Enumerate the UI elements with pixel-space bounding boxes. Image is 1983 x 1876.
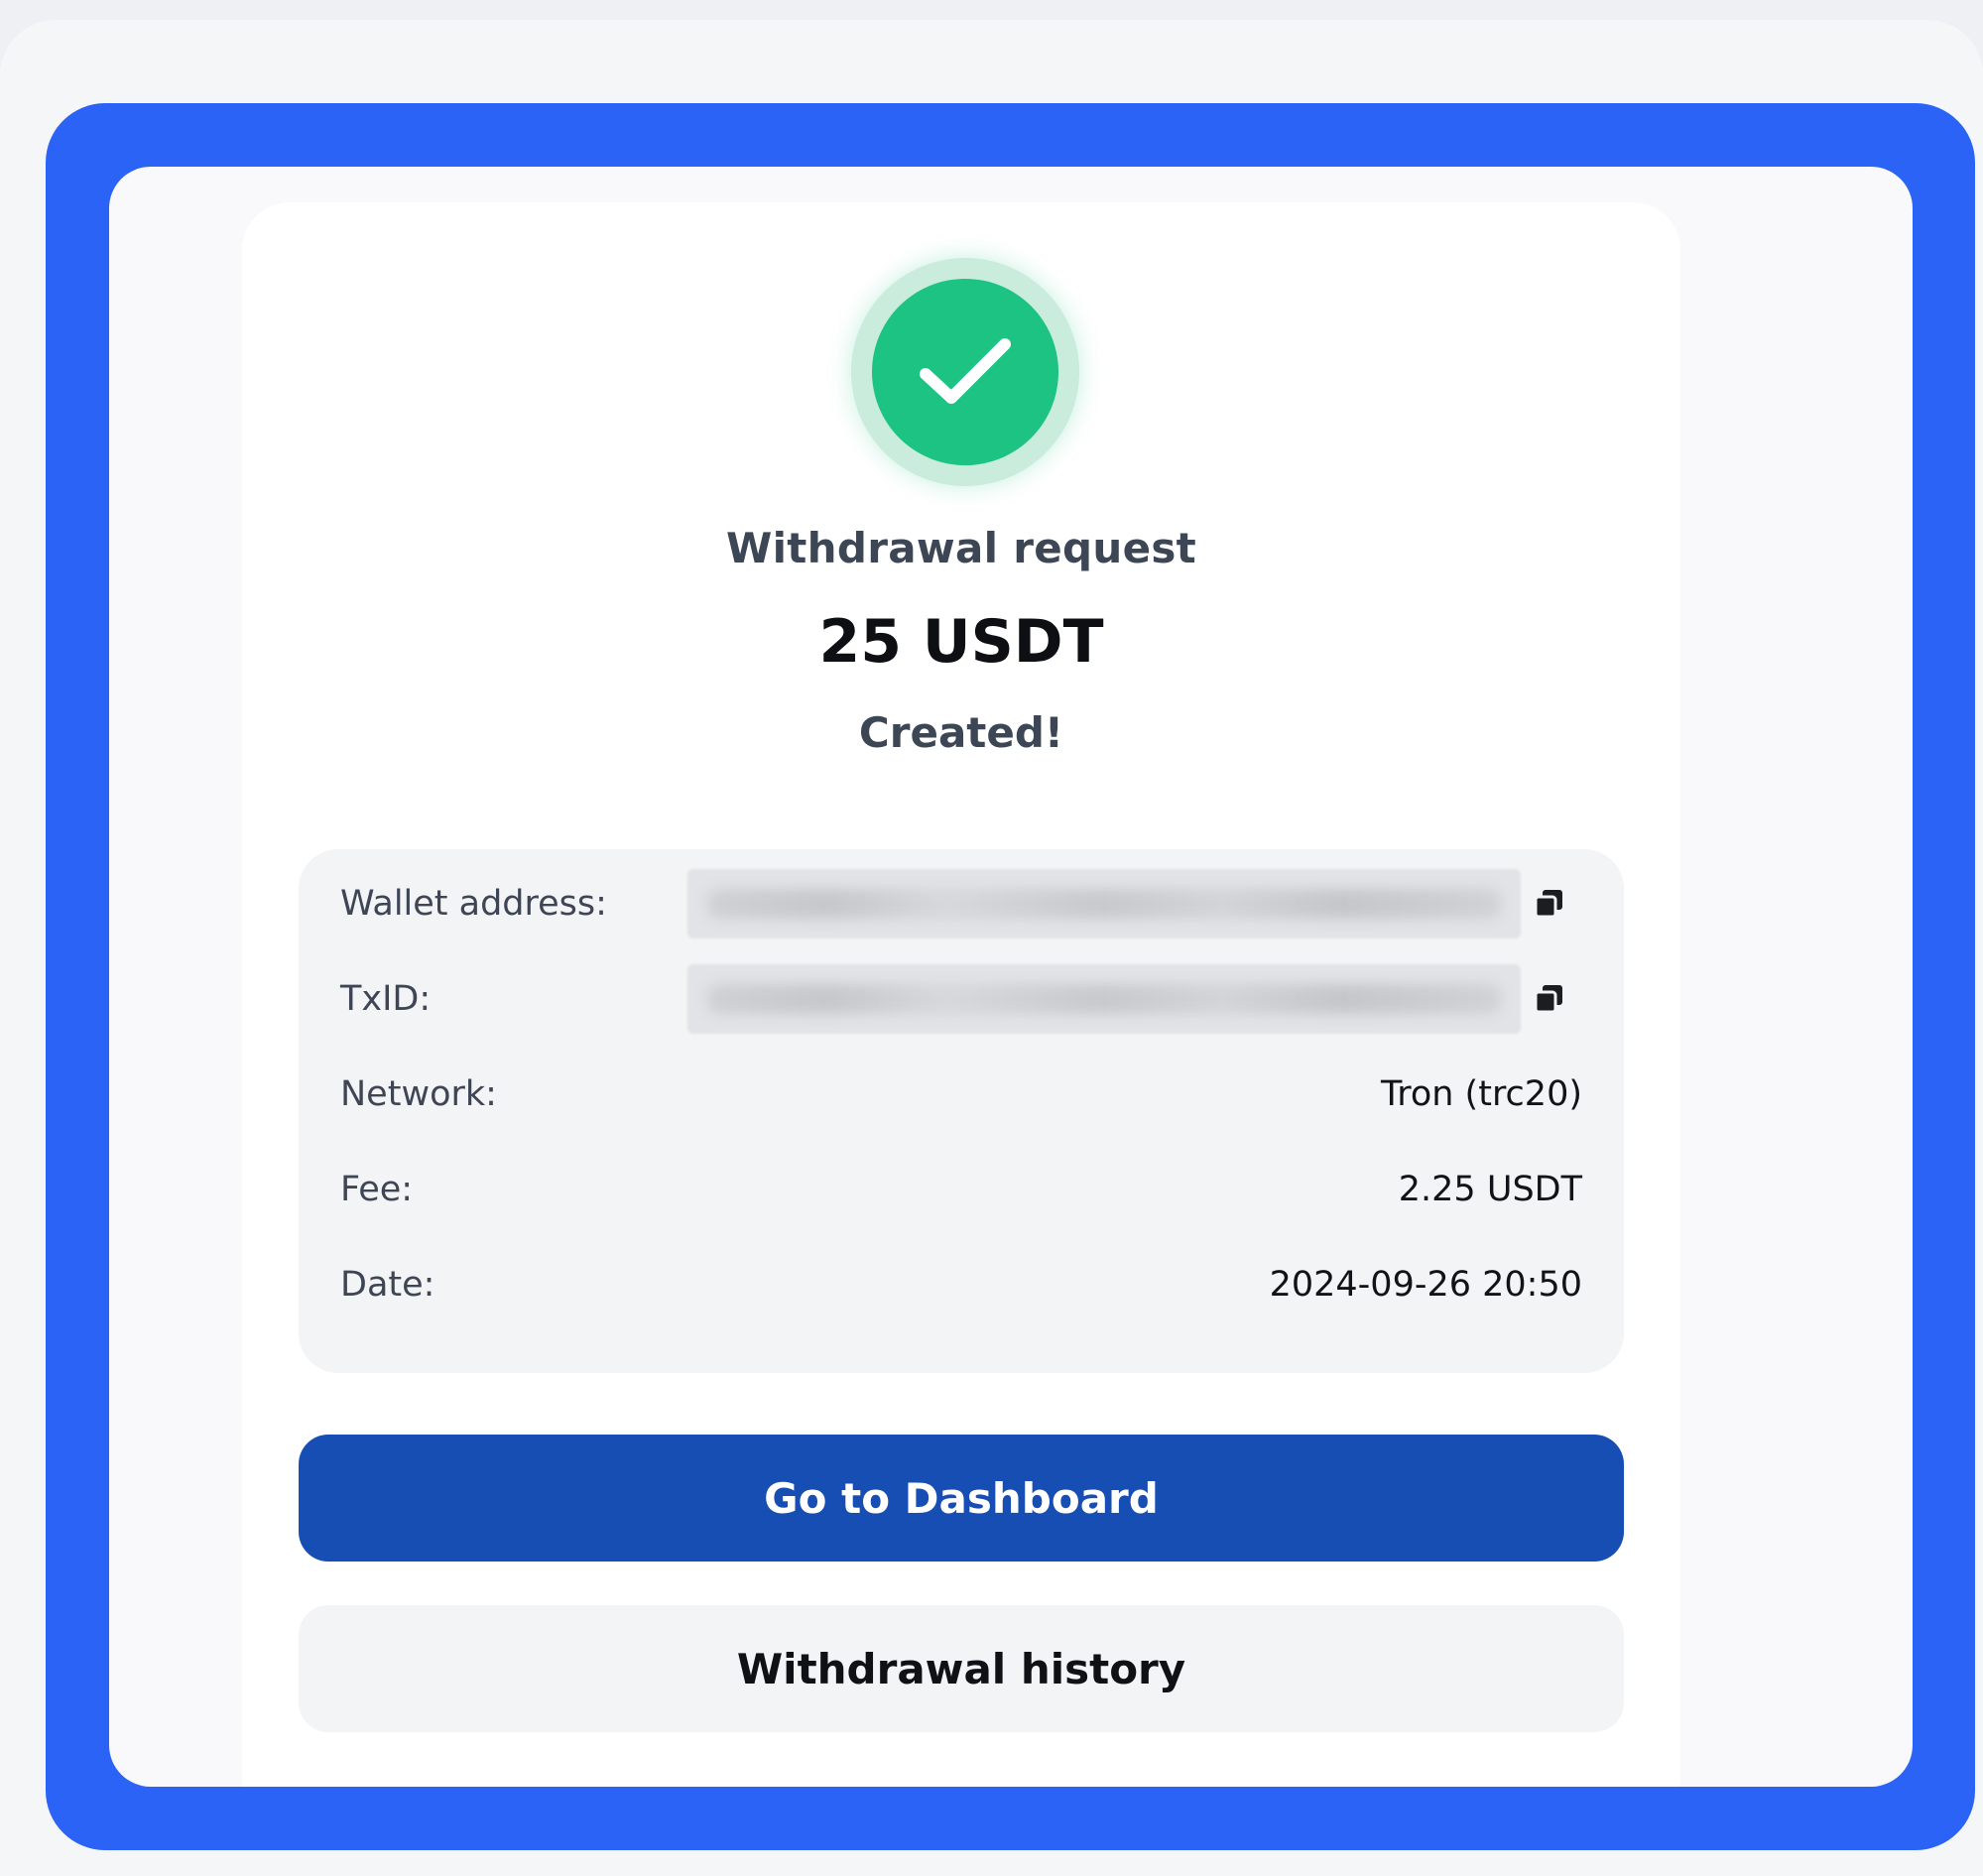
- copy-icon: [1534, 890, 1562, 919]
- status-text: Created!: [858, 708, 1064, 757]
- withdrawal-receipt-card: Withdrawal request 25 USDT Created! Wall…: [242, 202, 1680, 1787]
- network-value: Tron (trc20): [1380, 1074, 1582, 1114]
- withdrawal-amount: 25 USDT: [818, 607, 1104, 677]
- receipt-title: Withdrawal request: [725, 524, 1197, 572]
- success-badge: [851, 258, 1079, 486]
- details-panel: Wallet address: TxID: Network: Tron (trc…: [299, 849, 1624, 1373]
- withdrawal-history-button[interactable]: Withdrawal history: [299, 1605, 1624, 1732]
- date-row: Date: 2024-09-26 20:50: [340, 1250, 1582, 1319]
- wallet-address-value-redacted[interactable]: [687, 869, 1521, 938]
- fee-label: Fee:: [340, 1170, 414, 1209]
- copy-wallet-address-button[interactable]: [1529, 884, 1568, 924]
- copy-txid-button[interactable]: [1529, 979, 1568, 1019]
- fee-row: Fee: 2.25 USDT: [340, 1155, 1582, 1224]
- network-label: Network:: [340, 1074, 497, 1114]
- copy-icon: [1534, 985, 1562, 1014]
- check-icon: [872, 279, 1058, 465]
- wallet-address-row: Wallet address:: [340, 869, 1582, 938]
- modal-container: Withdrawal request 25 USDT Created! Wall…: [109, 167, 1913, 1787]
- wallet-address-label: Wallet address:: [340, 884, 607, 924]
- network-row: Network: Tron (trc20): [340, 1060, 1582, 1129]
- txid-row: TxID:: [340, 964, 1582, 1034]
- page-background: Withdrawal request 25 USDT Created! Wall…: [0, 20, 1983, 1876]
- fee-value: 2.25 USDT: [1398, 1170, 1582, 1209]
- go-to-dashboard-button[interactable]: Go to Dashboard: [299, 1435, 1624, 1562]
- txid-value-redacted[interactable]: [687, 964, 1521, 1034]
- date-label: Date:: [340, 1265, 435, 1305]
- txid-label: TxID:: [340, 979, 432, 1019]
- date-value: 2024-09-26 20:50: [1269, 1265, 1582, 1305]
- highlight-frame: Withdrawal request 25 USDT Created! Wall…: [46, 103, 1975, 1850]
